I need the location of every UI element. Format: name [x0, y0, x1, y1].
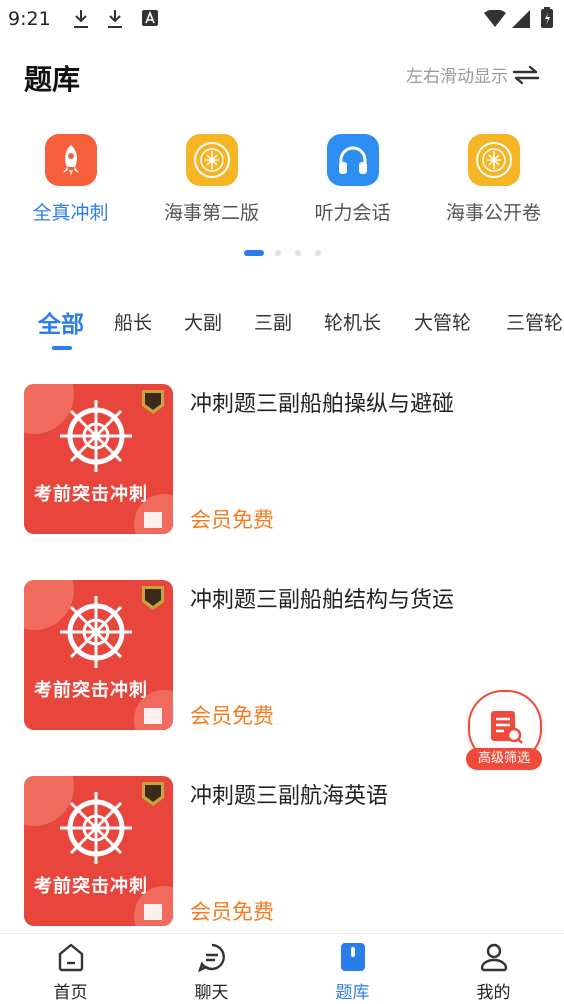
- item-cover: 考前突击冲刺: [24, 580, 173, 730]
- maritime-emblem-icon: [185, 134, 238, 186]
- nav-label: 我的: [476, 983, 511, 1003]
- carousel-dot-active: [244, 250, 264, 256]
- quick-action-label: 海事公开卷: [445, 202, 541, 224]
- page-title: 题库: [24, 63, 81, 96]
- quick-action-label: 听力会话: [314, 202, 391, 224]
- carousel-dot: [275, 250, 281, 256]
- signal-icon: [512, 10, 530, 28]
- swipe-hint-label: 左右滑动显示: [406, 67, 508, 87]
- wifi-icon: [484, 10, 506, 27]
- cover-caption: 考前突击冲刺: [34, 680, 148, 701]
- item-cover: 考前突击冲刺: [24, 776, 173, 926]
- nav-label: 聊天: [194, 983, 229, 1003]
- nav-profile[interactable]: 我的: [423, 942, 564, 1003]
- nav-question-bank[interactable]: 题库: [282, 942, 423, 1003]
- carousel-indicator: [0, 250, 564, 258]
- cover-caption: 考前突击冲刺: [34, 876, 148, 897]
- item-price: 会员免费: [190, 704, 274, 728]
- nav-label: 首页: [53, 983, 88, 1003]
- download-icon: [108, 10, 122, 28]
- list-item[interactable]: 考前突击冲刺 冲刺题三副船舶操纵与避碰 会员免费: [0, 384, 564, 534]
- item-title: 冲刺题三副船舶操纵与避碰: [190, 392, 455, 417]
- headphones-icon: [326, 134, 379, 186]
- tab-third-officer[interactable]: 三副: [254, 308, 292, 335]
- advanced-filter-label: 高级筛选: [466, 748, 542, 770]
- quick-action-maritime-open[interactable]: 海事公开卷: [423, 130, 564, 225]
- tab-all[interactable]: 全部: [38, 305, 84, 339]
- quick-action-label: 海事第二版: [163, 202, 259, 224]
- quick-actions: 全真冲刺 海事第二版 听力会话 海事公开卷: [0, 130, 564, 240]
- tab-third-engineer[interactable]: 三管轮: [506, 308, 563, 335]
- status-time: 9:21: [8, 8, 51, 30]
- battery-icon: [541, 7, 553, 28]
- quick-action-label: 全真冲刺: [32, 202, 109, 224]
- category-tabs: 全部 船长 大副 三副 轮机长 大管轮 三管轮: [0, 300, 564, 360]
- list-item[interactable]: 考前突击冲刺 冲刺题三副航海英语 会员免费: [0, 776, 564, 926]
- home-icon: [0, 942, 141, 972]
- tab-chief-engineer[interactable]: 轮机长: [324, 308, 381, 335]
- nav-label: 题库: [335, 983, 370, 1003]
- ship-wheel-icon: [24, 776, 173, 926]
- maritime-emblem-icon: [467, 134, 520, 186]
- question-bank-icon: [282, 942, 423, 972]
- advanced-filter-button[interactable]: 高级筛选: [466, 690, 542, 780]
- status-bar: 9:21: [0, 0, 564, 38]
- tab-second-engineer[interactable]: 大管轮: [414, 308, 471, 335]
- item-title: 冲刺题三副航海英语: [190, 784, 389, 809]
- app-notification-icon: [142, 10, 158, 26]
- item-price: 会员免费: [190, 508, 274, 532]
- quick-action-full-sprint[interactable]: 全真冲刺: [0, 130, 141, 225]
- carousel-dot: [315, 250, 321, 256]
- download-icon: [74, 10, 88, 28]
- carousel-dot: [295, 250, 301, 256]
- item-title: 冲刺题三副船舶结构与货运: [190, 588, 455, 613]
- bottom-navigation: 首页 聊天 题库 我的: [0, 933, 564, 1004]
- tab-captain[interactable]: 船长: [114, 308, 152, 335]
- swap-arrows-icon: [512, 65, 540, 84]
- nav-home[interactable]: 首页: [0, 942, 141, 1003]
- rocket-icon: [44, 134, 97, 186]
- chat-icon: [141, 942, 282, 972]
- header: 题库 左右滑动显示: [0, 44, 564, 108]
- item-price: 会员免费: [190, 900, 274, 924]
- nav-chat[interactable]: 聊天: [141, 942, 282, 1003]
- ship-wheel-icon: [24, 384, 173, 534]
- active-tab-indicator: [52, 346, 72, 350]
- item-cover: 考前突击冲刺: [24, 384, 173, 534]
- quick-action-maritime-v2[interactable]: 海事第二版: [141, 130, 282, 225]
- tab-chief-officer[interactable]: 大副: [184, 308, 222, 335]
- ship-wheel-icon: [24, 580, 173, 730]
- quick-action-listening[interactable]: 听力会话: [282, 130, 423, 225]
- swipe-hint: 左右滑动显示: [406, 62, 540, 87]
- profile-icon: [423, 942, 564, 972]
- cover-caption: 考前突击冲刺: [34, 484, 148, 505]
